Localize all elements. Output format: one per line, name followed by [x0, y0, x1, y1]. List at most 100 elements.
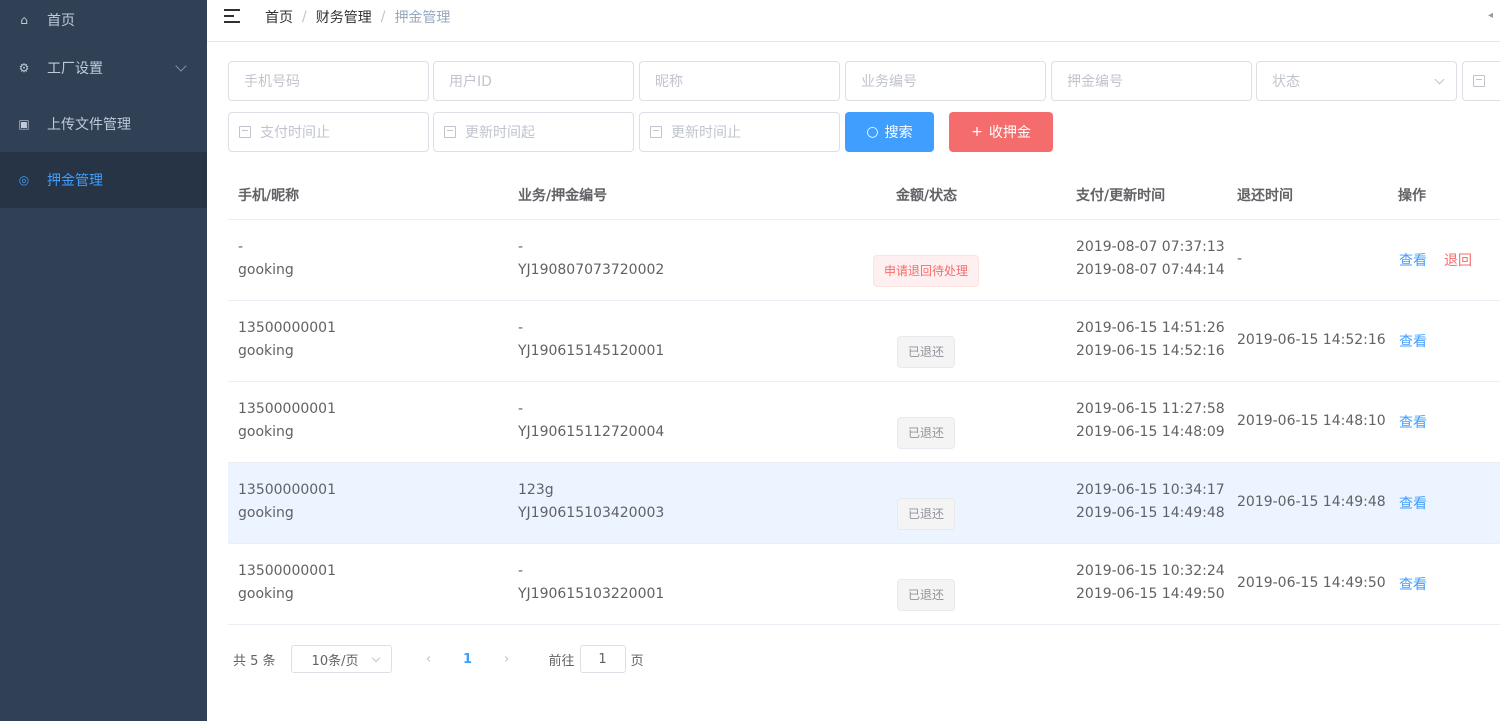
update-time: 2019-06-15 14:52:16	[1076, 343, 1225, 359]
biz-no-input[interactable]: 业务编号	[845, 61, 1046, 101]
phone: 13500000001	[238, 401, 336, 417]
col-biz-deposit: 业务/押金编号	[518, 188, 608, 204]
biz-no: 123g	[518, 482, 554, 498]
hamburger-icon[interactable]	[224, 8, 242, 24]
pagination: 共 5 条 10条/页 ‹ 1 › 前往 1 页	[233, 645, 644, 673]
status-badge: 已退还	[897, 417, 956, 449]
collect-deposit-button[interactable]: + 收押金	[949, 112, 1053, 152]
view-link[interactable]: 查看	[1399, 493, 1427, 513]
deposit-no: YJ190615112720004	[518, 424, 665, 440]
pay-time: 2019-06-15 11:27:58	[1076, 401, 1225, 417]
col-actions: 操作	[1398, 188, 1426, 204]
nickname: gooking	[238, 505, 294, 521]
chevron-down-icon	[175, 60, 187, 72]
sidebar-item-label: 首页	[47, 13, 75, 29]
phone: 13500000001	[238, 482, 336, 498]
update-end-input[interactable]: 更新时间止	[639, 112, 840, 152]
update-time: 2019-06-15 14:49:48	[1076, 505, 1225, 521]
sidebar-item-home[interactable]: ⌂ 首页	[0, 0, 207, 40]
biz-no: -	[518, 401, 524, 417]
update-time: 2019-06-15 14:48:09	[1076, 424, 1225, 440]
page-size-select[interactable]: 10条/页	[290, 645, 392, 673]
refund-time: 2019-06-15 14:48:10	[1237, 413, 1386, 429]
pay-time: 2019-08-07 07:37:13	[1076, 239, 1225, 255]
view-link[interactable]: 查看	[1399, 574, 1427, 594]
table-row: 13500000001 gooking - YJ190615145120001 …	[228, 301, 1500, 382]
update-start-input[interactable]: 更新时间起	[433, 112, 634, 152]
page-number-current[interactable]: 1	[459, 652, 477, 667]
pay-end-input[interactable]: 支付时间止	[228, 112, 429, 152]
calendar-icon	[444, 126, 456, 138]
nickname: gooking	[238, 343, 294, 359]
view-link[interactable]: 查看	[1399, 412, 1427, 432]
calendar-icon	[239, 126, 251, 138]
expand-icon[interactable]: ◂	[1488, 10, 1498, 21]
nickname: gooking	[238, 262, 294, 278]
biz-no: -	[518, 239, 524, 255]
view-link[interactable]: 查看	[1399, 331, 1427, 351]
page-label: 页	[630, 653, 644, 669]
goto-page-input[interactable]: 1	[579, 645, 626, 673]
breadcrumb-finance[interactable]: 财务管理	[316, 7, 372, 27]
breadcrumb-home[interactable]: 首页	[265, 7, 293, 27]
col-phone-nick: 手机/昵称	[238, 188, 300, 204]
deposit-no: YJ190615145120001	[518, 343, 665, 359]
search-button[interactable]: ○ 搜索	[845, 112, 934, 152]
col-refund-time: 退还时间	[1237, 188, 1293, 204]
status-badge: 已退还	[897, 336, 956, 368]
biz-no: -	[518, 563, 524, 579]
return-link[interactable]: 退回	[1444, 250, 1472, 270]
deposit-no: YJ190615103220001	[518, 586, 665, 602]
breadcrumb-current: 押金管理	[394, 10, 451, 26]
pay-time: 2019-06-15 10:32:24	[1076, 563, 1225, 579]
refund-time: 2019-06-15 14:49:50	[1237, 575, 1386, 591]
nickname-input[interactable]: 昵称	[639, 61, 840, 101]
table-row: - gooking - YJ190807073720002 申请退回待处理 20…	[228, 220, 1500, 301]
deposit-no: YJ190807073720002	[518, 262, 665, 278]
breadcrumb: 首页 / 财务管理 / 押金管理	[265, 7, 451, 27]
pay-time: 2019-06-15 10:34:17	[1076, 482, 1225, 498]
status-badge: 已退还	[897, 579, 956, 611]
search-icon: ○	[866, 124, 879, 140]
calendar-icon	[650, 126, 662, 138]
sidebar-item-label: 上传文件管理	[47, 117, 131, 133]
refund-time: 2019-06-15 14:52:16	[1237, 332, 1386, 348]
status-badge: 已退还	[897, 498, 956, 530]
chevron-down-icon	[371, 653, 380, 663]
plus-icon: +	[971, 124, 983, 140]
table-row: 13500000001 gooking - YJ190615103220001 …	[228, 544, 1500, 625]
home-icon: ⌂	[20, 13, 28, 27]
user-id-input[interactable]: 用户ID	[433, 61, 634, 101]
phone: 13500000001	[238, 563, 336, 579]
table-row: 13500000001 gooking - YJ190615112720004 …	[228, 382, 1500, 463]
biz-no: -	[518, 320, 524, 336]
total-count: 共 5 条	[233, 653, 276, 669]
table-header: 手机/昵称 业务/押金编号 金额/状态 支付/更新时间 退还时间 操作	[228, 172, 1500, 220]
deposit-table: 手机/昵称 业务/押金编号 金额/状态 支付/更新时间 退还时间 操作 - go…	[228, 172, 1500, 625]
deposit-no: YJ190615103420003	[518, 505, 665, 521]
upload-icon: ▣	[18, 117, 30, 131]
sidebar-item-factory-settings[interactable]: ⚙ 工厂设置	[0, 40, 207, 96]
navbar: 首页 / 财务管理 / 押金管理 ◂	[207, 0, 1500, 42]
update-time: 2019-08-07 07:44:14	[1076, 262, 1225, 278]
sidebar-item-upload-files[interactable]: ▣ 上传文件管理	[0, 96, 207, 152]
view-link[interactable]: 查看	[1399, 250, 1427, 270]
col-pay-update: 支付/更新时间	[1076, 188, 1166, 204]
prev-page-button[interactable]: ‹	[414, 651, 444, 667]
nickname: gooking	[238, 586, 294, 602]
status-badge: 申请退回待处理	[873, 255, 980, 287]
calendar-icon	[1473, 75, 1485, 87]
deposit-no-input[interactable]: 押金编号	[1051, 61, 1252, 101]
sidebar-item-label: 押金管理	[47, 173, 103, 189]
status-select[interactable]: 状态	[1256, 61, 1457, 101]
col-amount-status: 金额/状态	[896, 188, 958, 204]
pay-time: 2019-06-15 14:51:26	[1076, 320, 1225, 336]
pay-start-input[interactable]	[1462, 61, 1500, 101]
gear-icon: ⚙	[18, 61, 30, 75]
phone-input[interactable]: 手机号码	[228, 61, 429, 101]
sidebar: ⌂ 首页 ⚙ 工厂设置 ▣ 上传文件管理 ◎ 押金管理	[0, 0, 207, 721]
sidebar-item-deposit[interactable]: ◎ 押金管理	[0, 152, 207, 208]
phone: 13500000001	[238, 320, 336, 336]
deposit-icon: ◎	[18, 173, 30, 187]
next-page-button[interactable]: ›	[492, 651, 522, 667]
